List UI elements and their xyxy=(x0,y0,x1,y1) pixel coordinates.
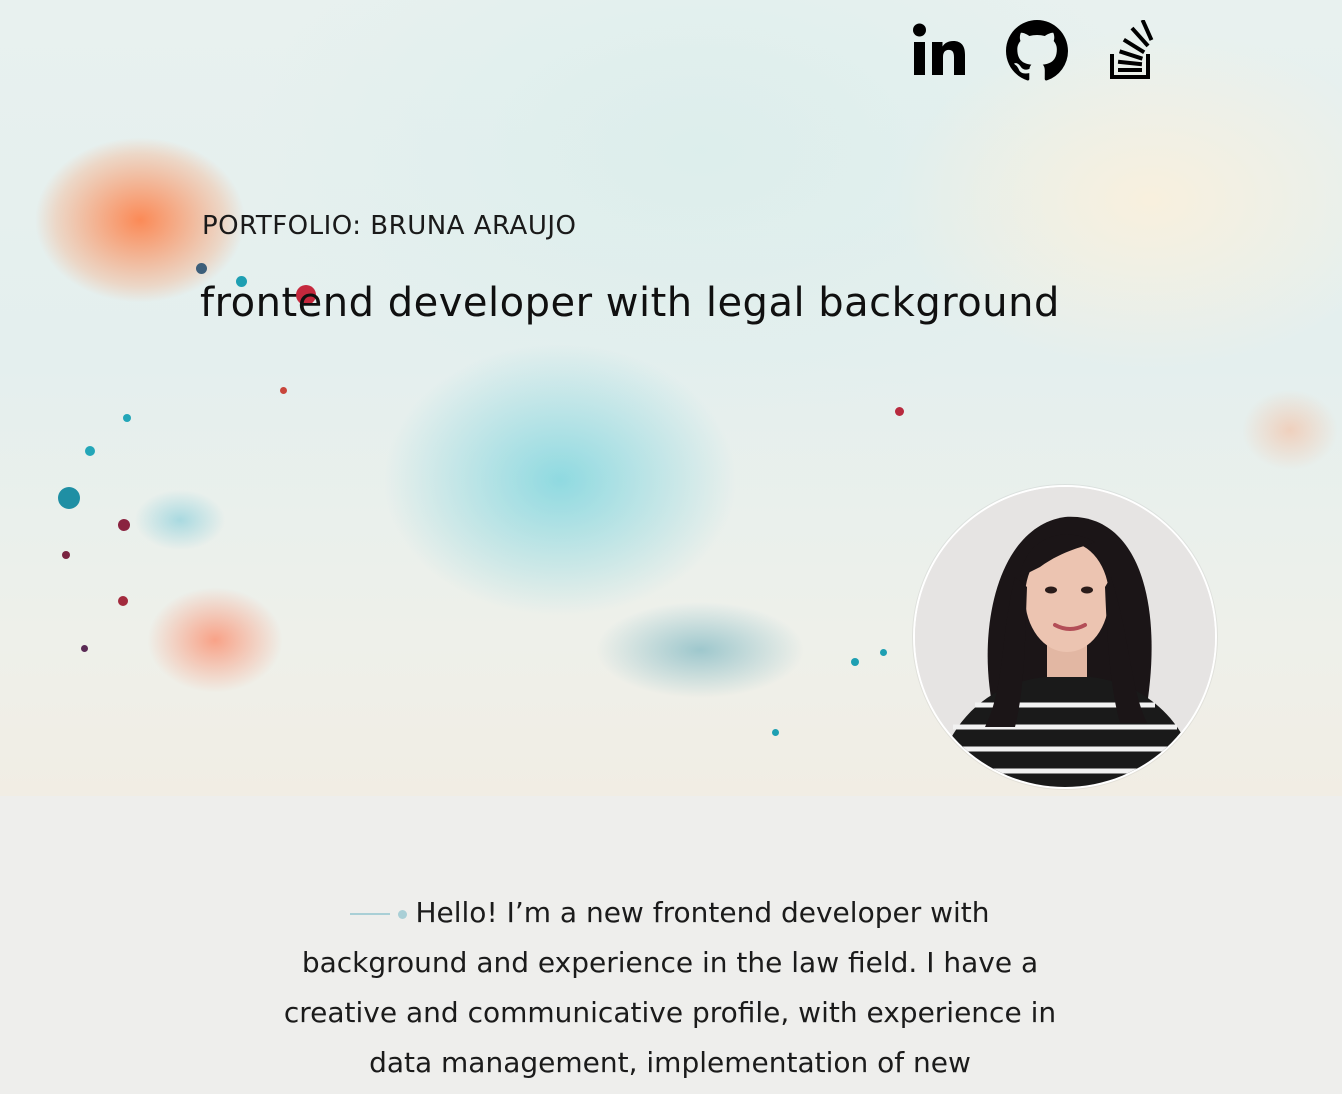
ink-dot xyxy=(880,649,887,656)
linkedin-icon xyxy=(913,23,965,75)
ink-dot xyxy=(118,596,128,606)
linkedin-link[interactable] xyxy=(910,20,972,82)
profile-photo xyxy=(915,487,1215,787)
stackoverflow-link[interactable] xyxy=(1102,20,1164,82)
social-links xyxy=(910,20,1164,82)
hero-section: PORTFOLIO: BRUNA ARAUJO frontend develop… xyxy=(0,0,1342,796)
ink-dot xyxy=(118,519,130,531)
avatar xyxy=(913,485,1217,789)
ink-dot xyxy=(81,645,88,652)
ink-dot xyxy=(62,551,70,559)
ink-dot xyxy=(123,414,131,422)
about-text: Hello! I’m a new frontend developer with… xyxy=(270,888,1070,1088)
ink-dot xyxy=(196,263,207,274)
ink-dot xyxy=(58,487,80,509)
ink-dot xyxy=(280,387,287,394)
ink-dot xyxy=(772,729,779,736)
stackoverflow-icon xyxy=(1110,20,1154,79)
ink-dot xyxy=(895,407,904,416)
portfolio-kicker: PORTFOLIO: BRUNA ARAUJO xyxy=(202,211,577,241)
decorative-line xyxy=(350,913,391,915)
decorative-dot xyxy=(398,909,408,919)
ink-dot xyxy=(85,446,95,456)
github-link[interactable] xyxy=(1006,20,1068,82)
github-icon xyxy=(1006,20,1068,81)
about-paragraph: Hello! I’m a new frontend developer with… xyxy=(283,896,1057,1079)
page-headline: frontend developer with legal background xyxy=(200,280,1060,326)
ink-dot xyxy=(851,658,859,666)
